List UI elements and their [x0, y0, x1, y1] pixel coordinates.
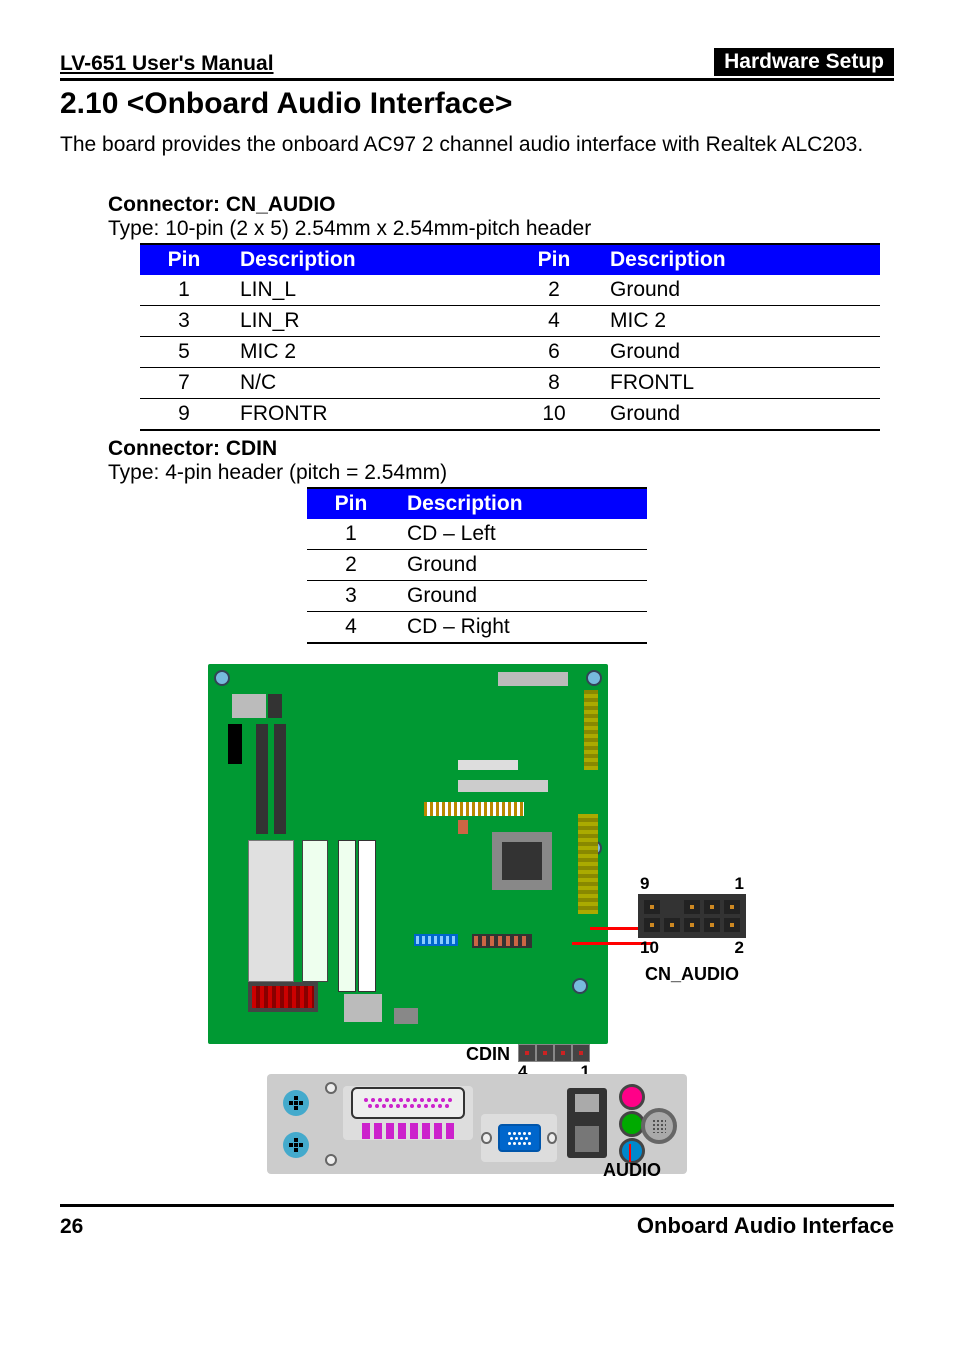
- cn-audio-callout: 9 1: [638, 874, 746, 985]
- page-footer: 26 Onboard Audio Interface: [60, 1204, 894, 1239]
- cn-audio-label: Connector: CN_AUDIO: [108, 193, 894, 217]
- cn-audio-name: CN_AUDIO: [638, 964, 746, 985]
- intro-text: The board provides the onboard AC97 2 ch…: [60, 133, 894, 157]
- backpanel-figure: AUDIO: [267, 1044, 687, 1174]
- cdin-label: Connector: CDIN: [108, 437, 894, 461]
- cn-audio-header-icon: [638, 894, 746, 938]
- table-row: 1 LIN_L 2 Ground: [140, 275, 880, 306]
- table-row: 5 MIC 2 6 Ground: [140, 337, 880, 368]
- table-row: 3 LIN_R 4 MIC 2: [140, 306, 880, 337]
- header-left: LV-651 User's Manual: [60, 52, 274, 76]
- cn-audio-pin-1: 1: [735, 874, 744, 894]
- cn-audio-table: Pin Description Pin Description 1 LIN_L …: [140, 243, 880, 431]
- audio-label: AUDIO: [603, 1160, 661, 1181]
- th-pin: Pin: [140, 244, 228, 275]
- motherboard-icon: [208, 664, 608, 1044]
- figures-area: CDIN 4 1: [60, 664, 894, 1174]
- th-pin-2: Pin: [510, 244, 598, 275]
- th-pin: Pin: [307, 488, 395, 519]
- table-row: 2 Ground: [307, 550, 647, 581]
- table-row: 9 FRONTR 10 Ground: [140, 399, 880, 431]
- section-title: 2.10 <Onboard Audio Interface>: [60, 87, 894, 121]
- cn-audio-pin-10: 10: [640, 938, 659, 958]
- th-desc-2: Description: [598, 244, 880, 275]
- table-row: 3 Ground: [307, 581, 647, 612]
- cdin-table: Pin Description 1 CD – Left 2 Ground 3 G…: [307, 487, 647, 644]
- header-right: Hardware Setup: [714, 48, 894, 76]
- page-header: LV-651 User's Manual Hardware Setup: [60, 48, 894, 81]
- cdin-type: Type: 4-pin header (pitch = 2.54mm): [108, 461, 894, 485]
- th-desc: Description: [228, 244, 510, 275]
- cn-audio-type: Type: 10-pin (2 x 5) 2.54mm x 2.54mm-pit…: [108, 217, 894, 241]
- cn-audio-pin-9: 9: [640, 874, 649, 894]
- footer-title: Onboard Audio Interface: [637, 1213, 894, 1239]
- table-row: 7 N/C 8 FRONTL: [140, 368, 880, 399]
- th-desc: Description: [395, 488, 647, 519]
- table-row: 1 CD – Left: [307, 519, 647, 550]
- motherboard-figure: CDIN 4 1: [208, 664, 608, 1044]
- cn-audio-pin-2: 2: [735, 938, 744, 958]
- page-number: 26: [60, 1215, 83, 1239]
- table-row: 4 CD – Right: [307, 612, 647, 644]
